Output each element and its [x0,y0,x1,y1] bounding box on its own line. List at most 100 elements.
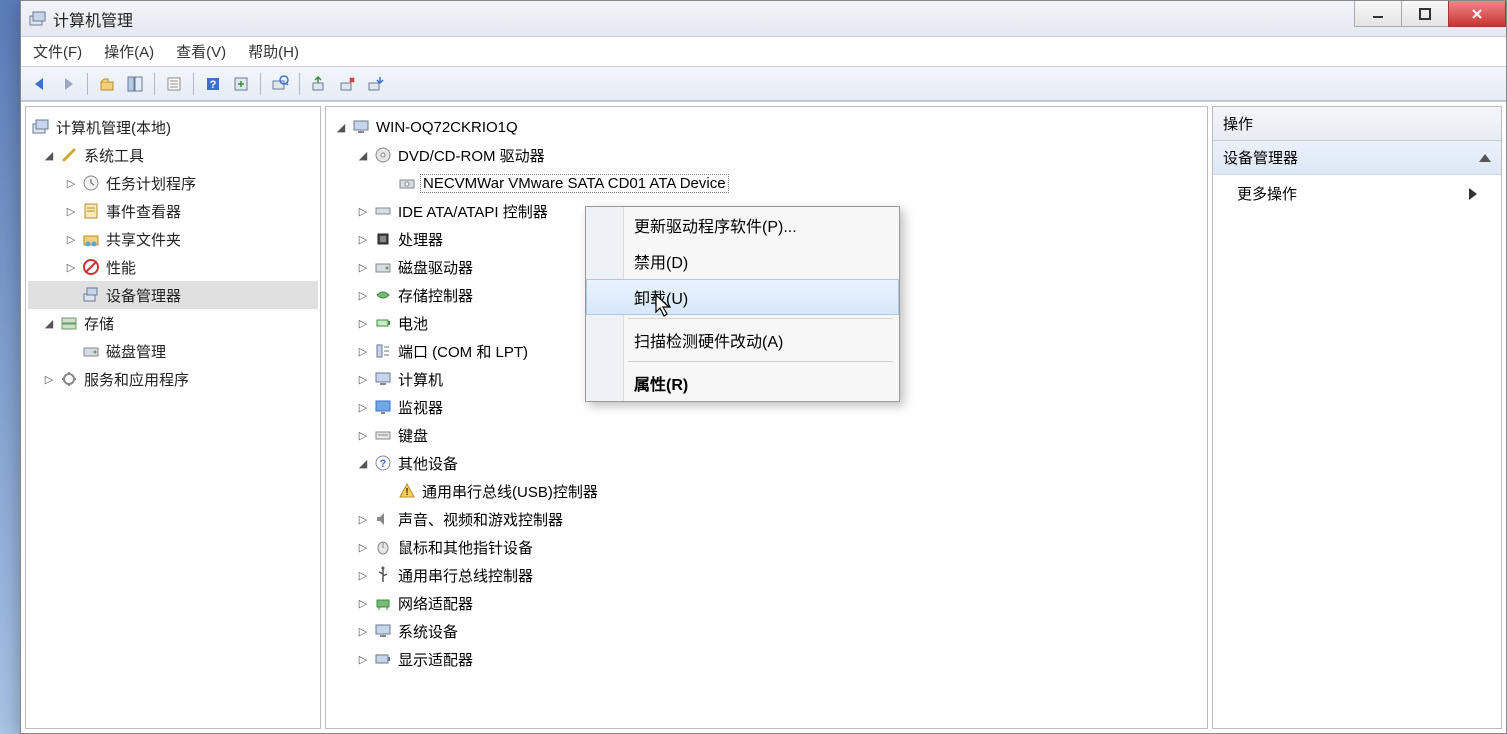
minimize-button[interactable] [1354,1,1402,27]
shared-folder-icon [82,230,100,248]
tree-item-usb-controllers[interactable]: ▷ 通用串行总线控制器 [328,561,1205,589]
mouse-icon [374,538,392,556]
scan-hardware-button[interactable] [267,71,293,97]
storage-icon [60,314,78,332]
expand-icon[interactable]: ▷ [356,401,370,414]
tree-item-event-viewer[interactable]: ▷ 事件查看器 [28,197,318,225]
tree-label: 通用串行总线(USB)控制器 [420,481,600,502]
toolbar: ? [21,67,1506,101]
uninstall-driver-button[interactable] [334,71,360,97]
tree-item-performance[interactable]: ▷ 性能 [28,253,318,281]
menu-item-scan-hardware[interactable]: 扫描检测硬件改动(A) [586,322,899,358]
expand-icon[interactable]: ▷ [356,541,370,554]
expand-icon[interactable]: ▷ [356,513,370,526]
help-button[interactable]: ? [200,71,226,97]
expand-icon[interactable]: ▷ [356,345,370,358]
tree-item-device-manager[interactable]: 设备管理器 [28,281,318,309]
collapse-icon[interactable]: ◢ [42,317,56,330]
expand-icon[interactable]: ▷ [356,317,370,330]
tree-item-dvd-device[interactable]: NECVMWar VMware SATA CD01 ATA Device [328,169,1205,197]
tree-item-usb-warning[interactable]: ! 通用串行总线(USB)控制器 [328,477,1205,505]
expand-icon[interactable]: ▷ [356,289,370,302]
tree-item-other-devices[interactable]: ◢ ? 其他设备 [328,449,1205,477]
menu-action[interactable]: 操作(A) [104,41,154,62]
expand-icon[interactable]: ▷ [64,233,78,246]
tree-label: 磁盘管理 [104,341,168,362]
display-adapter-icon [374,650,392,668]
actions-more[interactable]: 更多操作 [1213,175,1501,212]
menu-help[interactable]: 帮助(H) [248,41,299,62]
menu-item-label: 扫描检测硬件改动(A) [634,334,783,351]
menu-view[interactable]: 查看(V) [176,41,226,62]
properties-button[interactable] [161,71,187,97]
expand-icon[interactable]: ▷ [42,373,56,386]
titlebar: 计算机管理 [21,1,1506,37]
tree-item-dvd-category[interactable]: ◢ DVD/CD-ROM 驱动器 [328,141,1205,169]
tree-label: WIN-OQ72CKRIO1Q [374,119,520,136]
expand-icon[interactable]: ▷ [356,653,370,666]
menu-item-uninstall[interactable]: 卸载(U) [586,279,899,315]
tree-item-disk-management[interactable]: 磁盘管理 [28,337,318,365]
tree-item-system-devices[interactable]: ▷ 系统设备 [328,617,1205,645]
expand-icon[interactable]: ▷ [356,261,370,274]
keyboard-icon [374,426,392,444]
tree-label: 性能 [104,257,138,278]
actions-pane: 操作 设备管理器 更多操作 [1212,106,1502,729]
back-button[interactable] [27,71,53,97]
tree-item-root[interactable]: 计算机管理(本地) [28,113,318,141]
expand-icon[interactable]: ▷ [356,569,370,582]
navigation-tree[interactable]: 计算机管理(本地) ◢ 系统工具 ▷ 任务计划程序 ▷ 事件查看器 [25,106,321,729]
menu-item-disable[interactable]: 禁用(D) [586,243,899,279]
dvd-icon [374,146,392,164]
svg-text:!: ! [405,487,408,498]
update-driver-button[interactable] [306,71,332,97]
tree-label: 处理器 [396,229,445,250]
tree-item-mouse[interactable]: ▷ 鼠标和其他指针设备 [328,533,1205,561]
show-hide-tree-button[interactable] [122,71,148,97]
device-tree[interactable]: ◢ WIN-OQ72CKRIO1Q ◢ DVD/CD-ROM 驱动器 NECVM… [325,106,1208,729]
actions-section-device-manager[interactable]: 设备管理器 [1213,141,1501,175]
close-button[interactable] [1448,1,1506,27]
expand-icon[interactable]: ▷ [356,233,370,246]
collapse-icon[interactable]: ◢ [356,457,370,470]
collapse-icon[interactable]: ◢ [42,149,56,162]
toolbar-separator [299,73,300,95]
menu-item-label: 卸载(U) [634,291,688,308]
tree-item-host[interactable]: ◢ WIN-OQ72CKRIO1Q [328,113,1205,141]
tree-item-services[interactable]: ▷ 服务和应用程序 [28,365,318,393]
collapse-icon[interactable]: ◢ [334,121,348,134]
toolbar-separator [87,73,88,95]
maximize-button[interactable] [1401,1,1449,27]
expand-icon[interactable]: ▷ [64,205,78,218]
context-menu-separator [628,318,893,319]
expand-icon[interactable]: ▷ [356,205,370,218]
expand-icon[interactable]: ▷ [64,261,78,274]
disable-driver-button[interactable] [362,71,388,97]
tree-item-task-scheduler[interactable]: ▷ 任务计划程序 [28,169,318,197]
expand-icon[interactable]: ▷ [64,177,78,190]
tree-item-system-tools[interactable]: ◢ 系统工具 [28,141,318,169]
toolbar-separator [193,73,194,95]
refresh-button[interactable] [228,71,254,97]
tree-label: 监视器 [396,397,445,418]
collapse-icon[interactable]: ◢ [356,149,370,162]
up-button[interactable] [94,71,120,97]
expand-icon[interactable]: ▷ [356,597,370,610]
tree-item-display-adapters[interactable]: ▷ 显示适配器 [328,645,1205,673]
battery-icon [374,314,392,332]
menu-item-update-driver[interactable]: 更新驱动程序软件(P)... [586,207,899,243]
tree-item-shared-folders[interactable]: ▷ 共享文件夹 [28,225,318,253]
tree-label: 声音、视频和游戏控制器 [396,509,565,530]
menu-file[interactable]: 文件(F) [33,41,82,62]
tree-item-network[interactable]: ▷ 网络适配器 [328,589,1205,617]
menu-item-properties[interactable]: 属性(R) [586,365,899,401]
tree-item-storage[interactable]: ◢ 存储 [28,309,318,337]
usb-icon [374,566,392,584]
tree-item-sound[interactable]: ▷ 声音、视频和游戏控制器 [328,505,1205,533]
expand-icon[interactable]: ▷ [356,625,370,638]
clock-icon [82,174,100,192]
expand-icon[interactable]: ▷ [356,429,370,442]
expand-icon[interactable]: ▷ [356,373,370,386]
forward-button[interactable] [55,71,81,97]
tree-item-keyboards[interactable]: ▷ 键盘 [328,421,1205,449]
